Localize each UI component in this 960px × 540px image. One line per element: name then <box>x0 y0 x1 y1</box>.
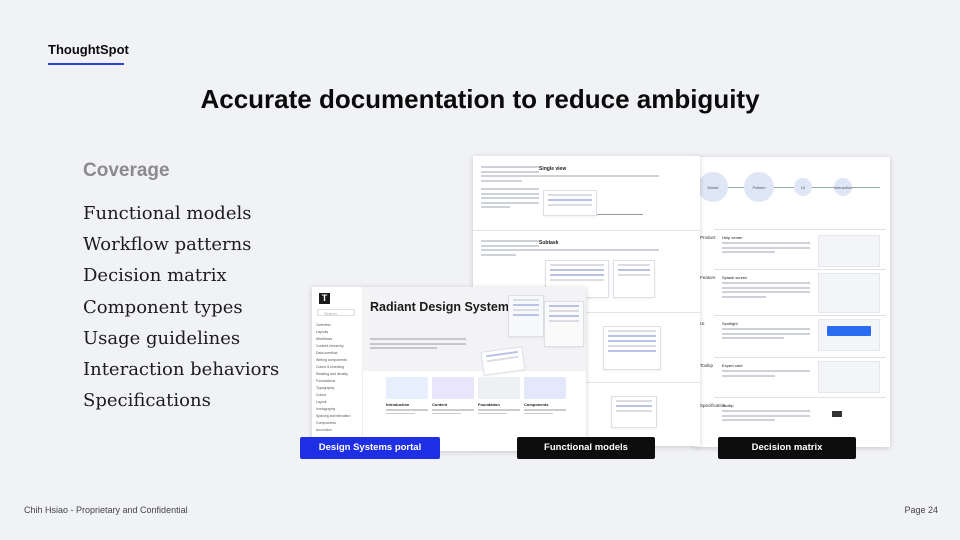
cell-thumbnail <box>832 411 842 417</box>
nav-item: Overview <box>316 323 331 327</box>
nav-item: Spacing and elevation <box>316 414 351 418</box>
tile-title: Introduction <box>386 402 410 407</box>
row-label: Tooltip <box>700 363 714 368</box>
coverage-item: Decision matrix <box>83 265 227 287</box>
portal-tile[interactable]: Foundation <box>478 377 520 433</box>
nav-item: Iconography <box>316 407 336 411</box>
row-divider <box>714 397 886 398</box>
coverage-item: Interaction behaviors <box>83 358 280 380</box>
coverage-item: Functional models <box>83 203 252 224</box>
flow-node: UI <box>794 178 812 196</box>
nav-item: Data overflow <box>316 351 338 355</box>
coverage-list: Functional models Workflow patterns Deci… <box>83 200 279 418</box>
cell-thumbnail <box>818 273 880 313</box>
page-number: Page 24 <box>904 505 938 515</box>
coverage-item: Specifications <box>83 390 211 412</box>
mock-panel <box>543 190 597 216</box>
hero-mockup <box>480 346 526 376</box>
mock-panel <box>613 260 655 298</box>
portal-description <box>370 338 466 352</box>
nav-item: Colors <box>316 393 327 397</box>
nav-item: Reading and density <box>316 372 348 376</box>
flow-node: Pattern <box>744 172 774 202</box>
coverage-item: Usage guidelines <box>83 327 241 349</box>
section-subtask: Subtask <box>539 240 689 254</box>
coverage-item: Component types <box>83 296 243 318</box>
section-divider <box>473 230 700 231</box>
nav-item: Layouts <box>316 330 329 334</box>
cell-title: Splash screen <box>722 275 748 280</box>
functional-models-label: Functional models <box>517 437 655 459</box>
nav-item: Accordion <box>316 428 332 432</box>
portal-sidebar: T Search Overview Layouts Workflows Cont… <box>312 287 363 451</box>
cell-title: Expert card <box>722 363 743 368</box>
portal-logo: T <box>319 293 330 304</box>
brand-logo: ThoughtSpot <box>48 42 129 57</box>
row-label: Product <box>700 235 716 240</box>
section-title: Subtask <box>539 240 559 246</box>
portal-tile[interactable]: Content <box>432 377 474 433</box>
nav-item: Workflows <box>316 337 333 341</box>
section-notes <box>481 240 539 258</box>
row-divider <box>714 269 886 270</box>
portal-search: Search <box>317 309 355 316</box>
nav-item: Writing components <box>316 358 347 362</box>
hero-mockup <box>508 295 544 337</box>
flow-line <box>597 214 643 215</box>
section-single-view: Single view <box>539 166 689 180</box>
row-label: UI <box>700 321 705 326</box>
mock-panel <box>603 326 661 370</box>
portal-tile[interactable]: Introduction <box>386 377 428 433</box>
nav-item: Foundations <box>316 379 336 383</box>
nav-item: Colors & branding <box>316 365 345 369</box>
flow-node: Interaction <box>834 178 852 196</box>
row-divider <box>714 229 886 230</box>
cell-title: Spotlight <box>722 321 738 326</box>
nav-item: Typography <box>316 386 335 390</box>
nav-item: Content hierarchy <box>316 344 344 348</box>
tile-title: Content <box>432 402 448 407</box>
row-divider <box>714 315 886 316</box>
tile-title: Components <box>524 402 549 407</box>
cell-text: Tooltip <box>722 403 810 424</box>
coverage-item: Workflow patterns <box>83 234 252 256</box>
coverage-heading: Coverage <box>83 160 170 181</box>
brand-underline <box>48 63 124 65</box>
cell-text: Spotlight <box>722 321 810 342</box>
mock-panel <box>611 396 657 428</box>
hero-mockup <box>544 301 584 347</box>
cell-text: Help center <box>722 235 810 256</box>
cell-thumbnail <box>818 235 880 267</box>
row-label: Feature <box>700 275 716 280</box>
decision-matrix-label: Decision matrix <box>718 437 856 459</box>
decision-matrix-screenshot: Model Pattern UI Interaction Product Hel… <box>694 157 890 447</box>
design-systems-portal-screenshot: T Search Overview Layouts Workflows Cont… <box>312 287 586 451</box>
portal-tile[interactable]: Components <box>524 377 566 433</box>
section-title: Single view <box>539 166 567 172</box>
cell-title: Help center <box>722 235 743 240</box>
nav-item: Layout <box>316 400 327 404</box>
cell-thumbnail <box>818 319 880 351</box>
tile-title: Foundation <box>478 402 500 407</box>
cell-thumbnail <box>818 361 880 393</box>
nav-item: Components <box>316 421 336 425</box>
slide-title: Accurate documentation to reduce ambigui… <box>200 84 760 114</box>
cell-title: Tooltip <box>722 403 734 408</box>
cell-text: Expert card <box>722 363 810 379</box>
design-systems-portal-label: Design Systems portal <box>300 437 440 459</box>
row-divider <box>714 357 886 358</box>
footer-confidential: Chih Hsiao - Proprietary and Confidentia… <box>24 505 188 515</box>
section-notes <box>481 166 539 211</box>
cell-text: Splash screen <box>722 275 810 300</box>
flow-node: Model <box>698 172 728 202</box>
